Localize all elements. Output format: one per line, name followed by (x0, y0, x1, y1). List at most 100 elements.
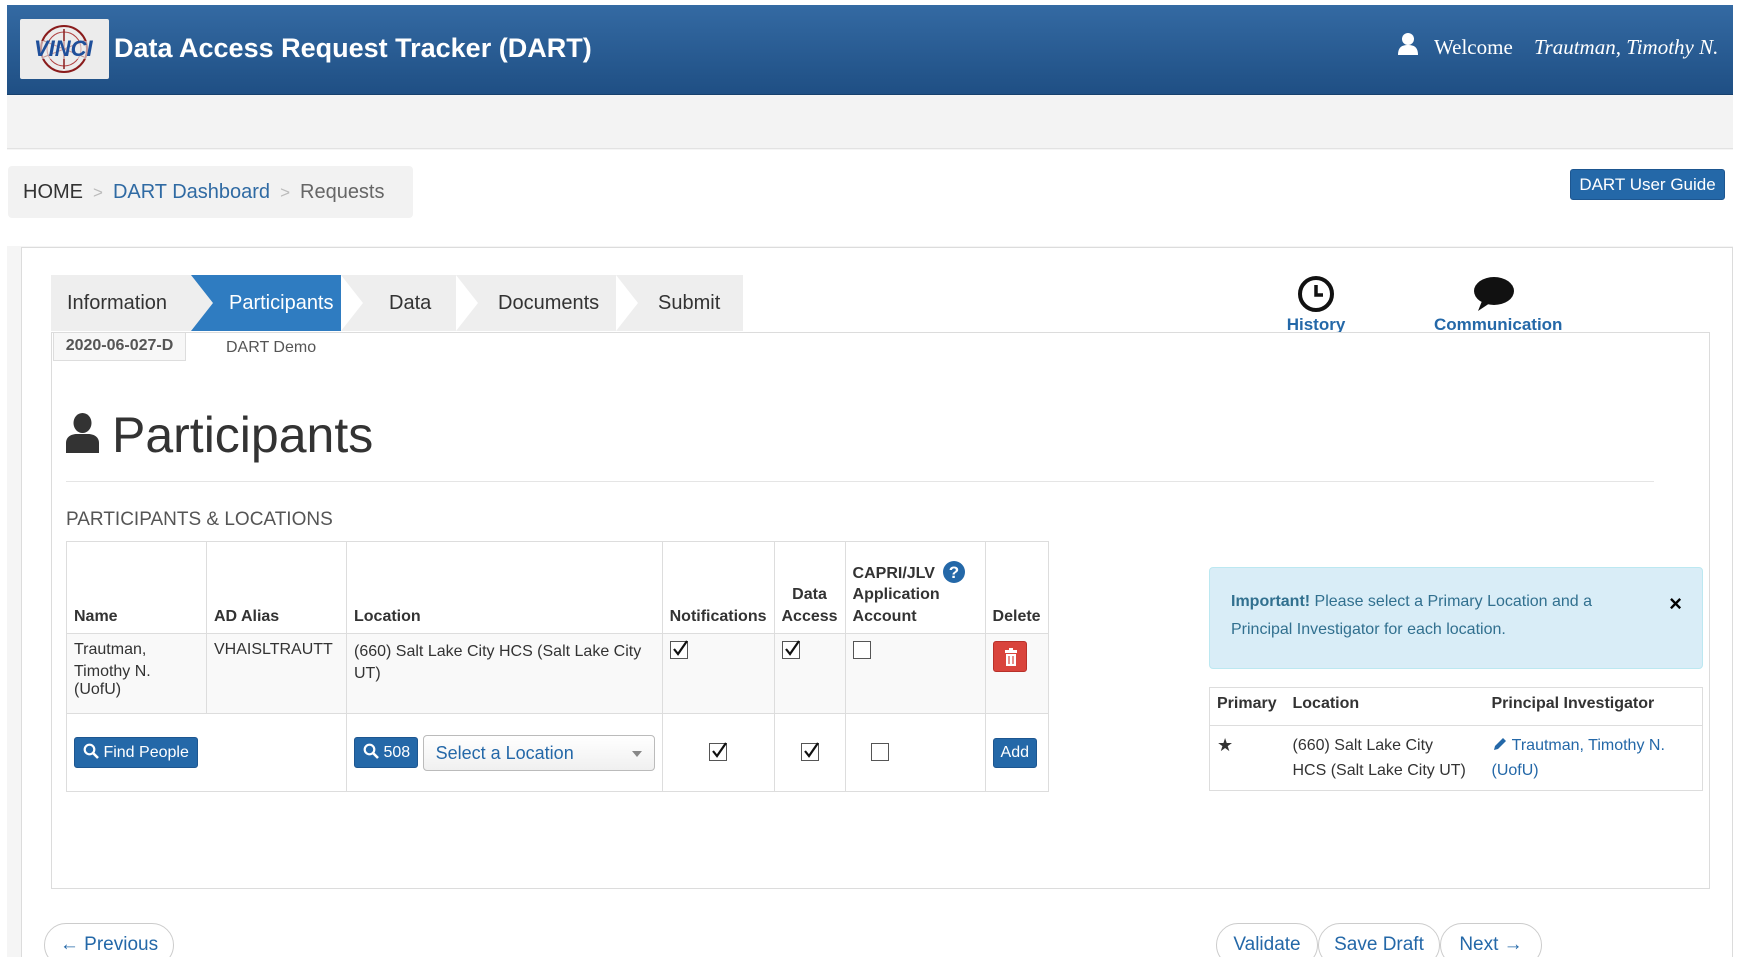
next-button[interactable]: Next → (1440, 923, 1542, 957)
breadcrumb: HOME > DART Dashboard > Requests (8, 166, 413, 218)
previous-button[interactable]: ← Previous (44, 923, 174, 957)
step-submit[interactable]: Submit (616, 275, 743, 331)
location-select-placeholder: Select a Location (435, 742, 574, 763)
col-capri: CAPRI/JLV ? Application Account (844, 541, 986, 634)
new-capri-cell (844, 713, 986, 792)
search-icon (83, 743, 99, 759)
important-alert: Important! Please select a Primary Locat… (1209, 567, 1703, 669)
step-data[interactable]: Data (341, 275, 478, 331)
new-notifications-cell (661, 713, 775, 792)
user-name: Trautman, Timothy N. (1534, 35, 1719, 59)
breadcrumb-separator: > (93, 183, 103, 202)
station-number: 508 (383, 744, 411, 761)
pi-name-line2[interactable]: (UofU) (1492, 758, 1696, 783)
app-title: Data Access Request Tracker (DART) (114, 33, 592, 63)
table-row: Trautman, Timothy N. (UofU) VHAISLTRAUTT… (66, 633, 1049, 714)
step-label: Submit (658, 292, 721, 314)
new-notifications-checkbox[interactable] (709, 742, 728, 762)
col-ad-alias: AD Alias (206, 541, 347, 634)
search-icon (363, 743, 379, 759)
welcome-text: Welcome (1434, 35, 1513, 59)
speech-bubble-icon (1474, 277, 1514, 311)
breadcrumb-separator: > (280, 183, 290, 202)
new-capri-checkbox[interactable] (870, 743, 889, 762)
logo-text: VINCI (34, 36, 93, 61)
station-search-button[interactable]: 508 (354, 737, 419, 768)
alert-strong: Important! (1231, 593, 1311, 610)
col-data-access-line1: Data (792, 586, 827, 603)
participant-name-line2: Timothy N. (UofU) (74, 663, 151, 698)
col-principal-investigator: Principal Investigator (1484, 687, 1703, 726)
col-notifications: Notifications (661, 541, 775, 634)
add-button[interactable]: Add (992, 737, 1038, 768)
page-title-text: Participants (112, 407, 374, 463)
step-label: Information (67, 292, 168, 314)
table-header-row: Name AD Alias Location Notifications Dat… (66, 541, 1049, 634)
capri-cell (844, 633, 986, 714)
col-data-access-line2: Access (781, 608, 838, 625)
col-location: Location (1285, 687, 1485, 726)
new-data-access-cell (773, 713, 846, 792)
find-people-label: Find People (103, 744, 189, 761)
location-select[interactable]: Select a Location (422, 734, 655, 771)
table-row: ★ (660) Salt Lake City HCS (Salt Lake Ci… (1209, 725, 1703, 791)
delete-cell (984, 633, 1049, 714)
history-button[interactable]: History (1286, 275, 1346, 335)
chevron-down-icon (631, 750, 642, 757)
pi-name-line1: Trautman, Timothy N. (1511, 737, 1665, 754)
breadcrumb-home[interactable]: HOME (23, 181, 83, 203)
location-line1: (660) Salt Lake City (1292, 737, 1434, 754)
participant-name-line1: Trautman, (74, 641, 147, 658)
col-location: Location (346, 541, 663, 634)
step-arrow-notch (341, 275, 363, 331)
user-icon (1397, 32, 1419, 56)
add-cell: Add (984, 713, 1049, 792)
pi-link[interactable]: Trautman, Timothy N. (1492, 733, 1696, 758)
user-guide-button[interactable]: DART User Guide (1570, 169, 1725, 200)
col-capri-line1: CAPRI/JLV (852, 565, 935, 582)
save-draft-button[interactable]: Save Draft (1318, 923, 1440, 957)
help-icon[interactable]: ? (942, 560, 966, 584)
data-access-checkbox[interactable] (781, 640, 800, 659)
communication-button[interactable]: Communication (1434, 275, 1562, 335)
col-delete: Delete (984, 541, 1049, 634)
vinci-logo[interactable]: VINCI (20, 19, 109, 79)
step-documents[interactable]: Documents (456, 275, 638, 331)
new-data-access-checkbox[interactable] (800, 742, 819, 762)
find-people-button[interactable]: Find People (74, 737, 198, 768)
col-capri-line3: Account (852, 608, 917, 625)
divider (66, 481, 1654, 482)
notifications-checkbox[interactable] (669, 640, 688, 659)
primary-star-icon[interactable]: ★ (1209, 725, 1286, 791)
delete-button[interactable] (992, 641, 1027, 672)
app-window: VINCI Data Access Request Tracker (DART)… (7, 5, 1733, 957)
locations-table: Primary Location Principal Investigator … (1209, 687, 1703, 791)
request-panel: Information Participants Data Documents (21, 247, 1733, 957)
step-label: Participants (229, 292, 334, 314)
breadcrumb-current: Requests (300, 181, 385, 203)
col-primary: Primary (1209, 687, 1286, 726)
location-select-cell: 508 Select a Location (346, 713, 663, 792)
breadcrumb-row: HOME > DART Dashboard > Requests DART User G… (7, 150, 1733, 246)
location-cell: (660) Salt Lake City HCS (Salt Lake City… (1285, 725, 1485, 791)
breadcrumb-dashboard[interactable]: DART Dashboard (113, 181, 270, 203)
col-capri-line2: Application (852, 586, 940, 603)
step-label: Documents (498, 292, 600, 314)
validate-button[interactable]: Validate (1216, 923, 1318, 957)
col-name: Name (66, 541, 207, 634)
location-line2: HCS (Salt Lake City UT) (1292, 762, 1466, 779)
pencil-icon (1493, 738, 1506, 750)
close-icon[interactable]: × (1669, 590, 1682, 618)
participant-name: Trautman, Timothy N. (UofU) (66, 633, 207, 714)
capri-checkbox[interactable] (852, 641, 871, 659)
notifications-cell (661, 633, 775, 714)
step-participants[interactable]: Participants (191, 275, 363, 331)
content-area: 2020-06-027-D DART Demo Participants PAR… (51, 332, 1710, 889)
section-label: PARTICIPANTS & LOCATIONS (66, 509, 333, 530)
trash-icon (1004, 648, 1017, 666)
top-navbar: VINCI Data Access Request Tracker (DART)… (7, 5, 1733, 95)
step-information[interactable]: Information (51, 275, 213, 331)
participant-location: (660) Salt Lake City HCS (Salt Lake City… (346, 633, 663, 714)
user-icon (66, 413, 99, 453)
col-data-access: Data Access (773, 541, 846, 634)
